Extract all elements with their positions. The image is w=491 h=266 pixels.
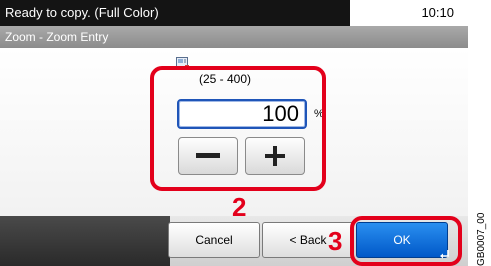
bottom-bar-dark-area [0,216,170,266]
callout-step-3: 3 [328,226,343,256]
callout-frame-step-2 [150,66,326,191]
touch-panel-screen: Ready to copy. (Full Color) 10:10 Zoom -… [0,0,468,266]
cancel-button[interactable]: Cancel [168,222,260,258]
status-time: 10:10 [421,5,454,20]
status-message: Ready to copy. (Full Color) [0,0,350,26]
figure-code: GB0007_00 [474,210,491,266]
callout-frame-step-3 [350,216,462,266]
screen-title: Zoom - Zoom Entry [0,26,468,48]
figure-code-label: GB0007_00 [476,212,487,266]
status-bar: Ready to copy. (Full Color) 10:10 [0,0,468,26]
